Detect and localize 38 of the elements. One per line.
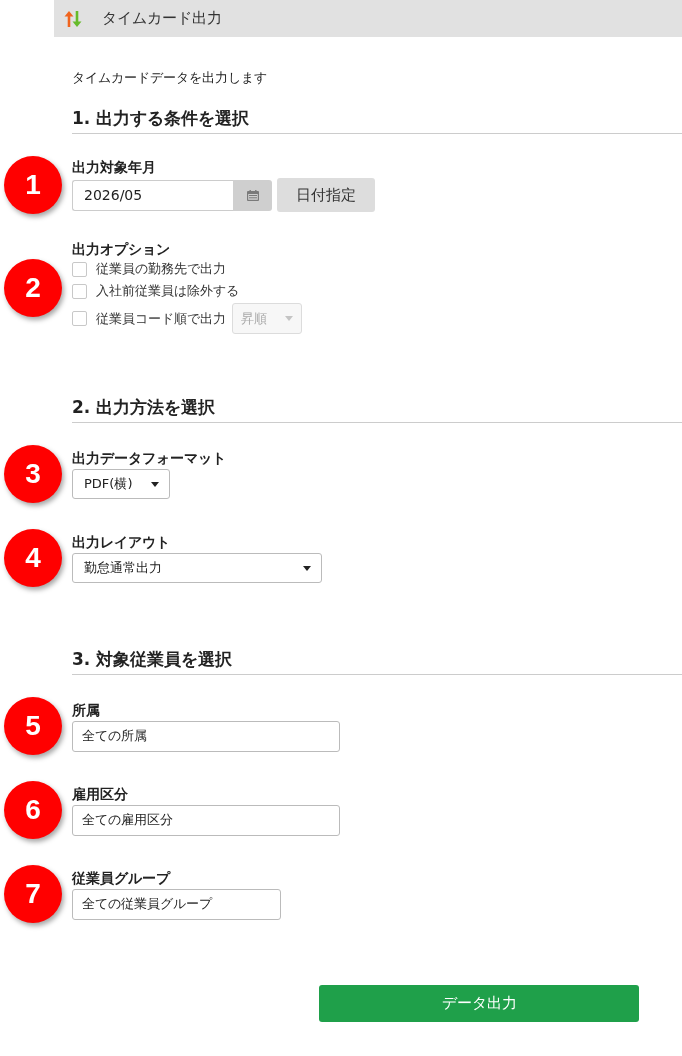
section-heading: 1. 出力する条件を選択	[72, 106, 682, 134]
checkbox[interactable]	[72, 311, 87, 326]
field-label: 従業員グループ	[72, 868, 170, 887]
dropdown[interactable]: 勤怠通常出力	[72, 553, 322, 583]
step-number-badge: 6	[4, 781, 62, 839]
field-label: 所属	[72, 700, 100, 719]
field-label: 出力対象年月	[72, 158, 156, 176]
checkbox-label[interactable]: 従業員コード順で出力	[96, 309, 226, 328]
selection-field[interactable]: 全ての雇用区分	[72, 804, 340, 836]
checkbox-label[interactable]: 従業員の勤務先で出力	[96, 260, 226, 278]
field-label: 雇用区分	[72, 784, 128, 803]
step-number-badge: 4	[4, 529, 62, 587]
step-number-badge: 7	[4, 865, 62, 923]
description-text: タイムカードデータを出力します	[72, 69, 268, 87]
step-number-badge: 2	[4, 258, 62, 317]
section-heading: 2. 出力方法を選択	[72, 395, 682, 423]
step-number-badge: 1	[4, 156, 62, 214]
dropdown[interactable]: PDF(横)	[72, 469, 170, 499]
month-input-field[interactable]: 2026/05	[72, 179, 233, 211]
field-label: 出力レイアウト	[72, 533, 170, 551]
caret-icon	[285, 316, 293, 321]
checkbox-label[interactable]: 入社前従業員は除外する	[96, 282, 239, 300]
calendar-button[interactable]	[233, 179, 272, 211]
field-label: 出力オプション	[72, 240, 170, 258]
step-number-badge: 3	[4, 445, 62, 503]
page-title: タイムカード出力	[102, 9, 222, 28]
caret-icon	[151, 481, 159, 487]
checkbox[interactable]	[72, 283, 87, 299]
calendar-icon	[246, 189, 259, 201]
selection-field[interactable]: 全ての従業員グループ	[72, 888, 281, 920]
caret-icon	[303, 565, 311, 571]
date-specify-button[interactable]: 日付指定	[277, 178, 375, 212]
selection-field[interactable]: 全ての所属	[72, 720, 340, 752]
step-number-badge: 5	[4, 697, 62, 755]
section-heading: 3. 対象従業員を選択	[72, 647, 682, 675]
field-label: 出力データフォーマット	[72, 449, 226, 467]
up-down-arrows-icon	[64, 9, 82, 28]
checkbox[interactable]	[72, 261, 87, 277]
